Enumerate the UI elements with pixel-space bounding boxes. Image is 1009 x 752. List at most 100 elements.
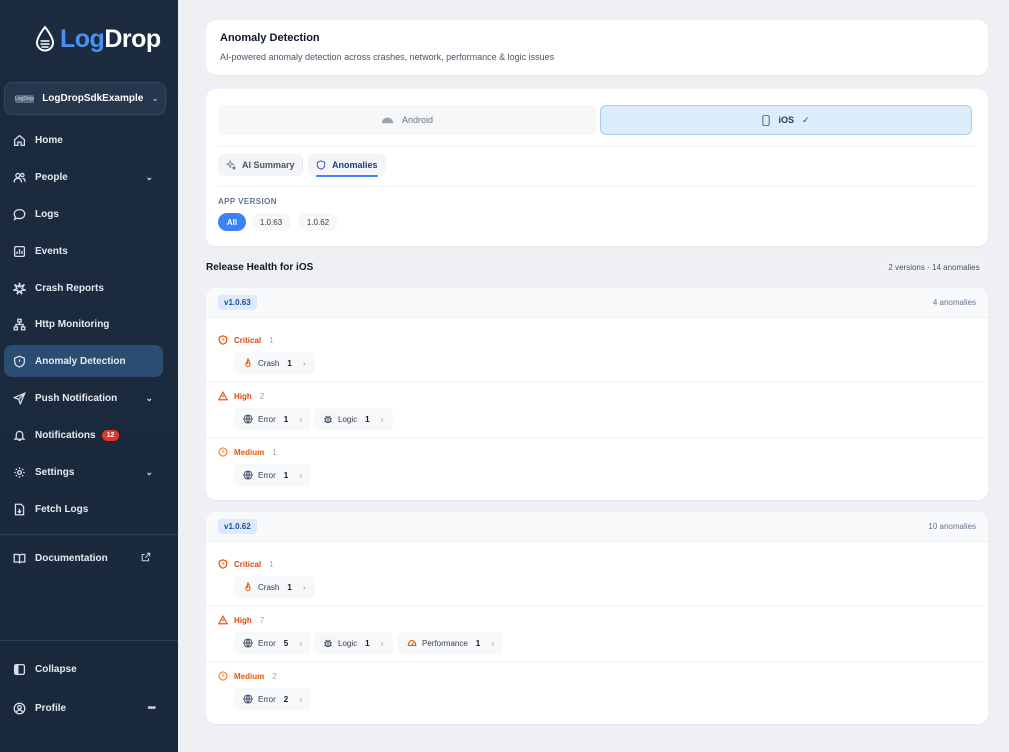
user-circle-icon xyxy=(12,701,26,715)
anomaly-item-count: 1 xyxy=(475,638,481,648)
warning-icon xyxy=(218,391,228,401)
nav-documentation[interactable]: Documentation xyxy=(4,542,163,574)
external-link-icon xyxy=(141,552,151,565)
anomaly-item-error[interactable]: Error 1 › xyxy=(234,464,312,486)
nav-push-notification[interactable]: Push Notification ⌄ xyxy=(4,382,163,414)
chat-icon xyxy=(12,207,26,221)
chevron-right-icon: › xyxy=(491,638,495,648)
chevron-down-icon: ⌄ xyxy=(145,171,153,182)
anomaly-item-count: 1 xyxy=(283,414,289,424)
phone-icon xyxy=(762,114,771,126)
tab-ai-summary[interactable]: AI Summary xyxy=(218,154,303,176)
globe-icon xyxy=(243,470,253,480)
chevron-down-icon: ⌄ xyxy=(145,466,153,477)
version-chip-all[interactable]: All xyxy=(218,213,246,231)
home-icon xyxy=(12,133,26,147)
file-download-icon xyxy=(12,502,26,516)
alert-circle-icon xyxy=(218,671,228,681)
globe-icon xyxy=(243,638,253,648)
chevron-down-icon: ⌄ xyxy=(145,392,153,403)
platform-android-label: Android xyxy=(401,115,434,125)
platform-android-tab[interactable]: Android xyxy=(218,105,596,135)
nav-settings[interactable]: Settings ⌄ xyxy=(4,456,163,488)
anomaly-item-label: Error xyxy=(258,694,276,704)
people-icon xyxy=(12,170,26,184)
shield-icon xyxy=(12,354,26,368)
nav-anomaly-detection[interactable]: Anomaly Detection xyxy=(4,345,163,377)
sidebar-divider xyxy=(0,640,178,641)
anomaly-item-crash[interactable]: Crash 1 › xyxy=(234,576,315,598)
anomaly-item-count: 1 xyxy=(287,582,292,592)
android-icon xyxy=(381,117,394,124)
anomaly-item-error[interactable]: Error 5 › xyxy=(234,632,312,654)
severity-count: 1 xyxy=(269,335,274,345)
chevron-down-icon: ⌄ xyxy=(151,93,159,103)
anomaly-item-error[interactable]: Error 1 › xyxy=(234,408,312,430)
profile-label: Profile xyxy=(35,702,67,714)
divider xyxy=(206,605,988,606)
anomaly-item-label: Logic xyxy=(338,414,358,424)
nav-notifications[interactable]: Notifications 12 xyxy=(4,419,163,451)
anomaly-item-count: 1 xyxy=(283,470,289,480)
collapse-button[interactable]: Collapse xyxy=(4,653,163,685)
nav-fetch-logs[interactable]: Fetch Logs xyxy=(4,493,163,525)
nav-events[interactable]: Events xyxy=(4,235,163,267)
anomaly-item-logic[interactable]: Logic 1 › xyxy=(314,632,393,654)
severity-count: 2 xyxy=(272,671,277,681)
platform-ios-tab[interactable]: iOS ✓ xyxy=(600,105,972,135)
anomaly-item-error[interactable]: Error 2 › xyxy=(234,688,312,710)
nav-people[interactable]: People ⌄ xyxy=(4,161,163,193)
sparkle-icon xyxy=(226,160,236,170)
platform-ios-label: iOS xyxy=(778,115,794,125)
severity-count: 1 xyxy=(272,447,277,457)
shield-alert-icon xyxy=(218,559,228,569)
divider xyxy=(218,146,976,147)
nav-http-monitoring-label: Http Monitoring xyxy=(35,318,110,330)
version-chip-1-0-62[interactable]: 1.0.62 xyxy=(298,213,338,231)
nav-crash-reports-label: Crash Reports xyxy=(35,282,104,294)
project-name: LogDropSdkExample xyxy=(42,93,144,104)
anomaly-item-logic[interactable]: Logic 1 › xyxy=(314,408,393,430)
anomaly-item-crash[interactable]: Crash 1 › xyxy=(234,352,315,374)
tab-anomalies[interactable]: Anomalies xyxy=(308,154,386,177)
severity-label: High xyxy=(234,615,252,625)
tab-separator xyxy=(302,159,303,171)
anomaly-item-performance[interactable]: Performance 1 › xyxy=(398,632,504,654)
chevron-right-icon: › xyxy=(299,470,303,480)
shield-icon xyxy=(316,160,326,170)
tab-ai-summary-label: AI Summary xyxy=(242,160,295,170)
anomaly-item-label: Crash xyxy=(258,582,280,592)
nav-documentation-label: Documentation xyxy=(35,552,108,564)
anomaly-item-count: 1 xyxy=(287,358,292,368)
anomaly-item-label: Crash xyxy=(258,358,280,368)
nav-http-monitoring[interactable]: Http Monitoring xyxy=(4,308,163,340)
nav-settings-label: Settings xyxy=(35,466,75,478)
severity-count: 2 xyxy=(259,391,265,401)
app-version-label: APP VERSION xyxy=(218,197,277,206)
nav-logs[interactable]: Logs xyxy=(4,198,163,230)
chevron-right-icon: › xyxy=(380,414,384,424)
project-selector[interactable]: LogDrop LogDropSdkExample ⌄ xyxy=(4,82,166,115)
anomaly-item-label: Error xyxy=(258,414,276,424)
bug-icon xyxy=(324,639,332,648)
profile-button[interactable]: Profile ••• xyxy=(4,692,163,724)
release-health-summary: 2 versions · 14 anomalies xyxy=(882,261,986,274)
page-header: Anomaly Detection AI-powered anomaly det… xyxy=(206,20,988,75)
version-chip-1-0-63[interactable]: 1.0.63 xyxy=(251,213,291,231)
book-icon xyxy=(12,551,26,565)
nav-crash-reports[interactable]: Crash Reports xyxy=(4,272,163,304)
nav-home[interactable]: Home xyxy=(4,124,163,156)
logo[interactable]: Log Drop xyxy=(34,24,161,54)
sidebar: Log Drop LogDrop LogDropSdkExample ⌄ Home… xyxy=(0,0,178,752)
chevron-right-icon: › xyxy=(302,358,306,368)
severity-label: Critical xyxy=(234,559,262,569)
anomaly-item-label: Error xyxy=(258,470,276,480)
severity-medium: Medium 2 xyxy=(218,671,277,681)
version-anomaly-count: 4 anomalies xyxy=(932,298,976,307)
gear-icon xyxy=(12,465,26,479)
nav-push-notification-label: Push Notification xyxy=(35,392,118,404)
divider xyxy=(218,186,976,187)
more-options-icon[interactable]: ••• xyxy=(147,703,155,714)
version-header: v1.0.62 10 anomalies xyxy=(206,512,988,542)
release-health-title: Release Health for iOS xyxy=(206,262,314,273)
